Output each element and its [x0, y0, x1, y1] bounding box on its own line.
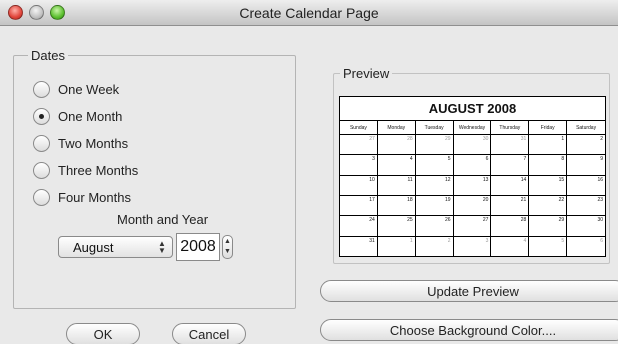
calendar-day-cell: 31	[491, 135, 530, 156]
radio-button[interactable]	[33, 161, 50, 179]
calendar-day-cell: 17	[340, 196, 378, 217]
calendar-day-cell: 3	[453, 236, 492, 257]
radio-three-months[interactable]: Three Months	[33, 161, 138, 179]
calendar-day-cell: 12	[415, 175, 454, 196]
radio-four-months[interactable]: Four Months	[33, 188, 131, 206]
radio-button[interactable]	[33, 134, 50, 152]
up-down-arrows-icon: ▲ ▼	[158, 239, 166, 255]
month-value: August	[73, 239, 114, 255]
calendar-day-cell: 13	[453, 175, 492, 196]
calendar-day-cell: 21	[491, 196, 530, 217]
calendar-day-cell: 24	[340, 216, 378, 237]
radio-button[interactable]	[33, 107, 50, 125]
calendar-day-cell: 15	[529, 175, 568, 196]
calendar-preview: AUGUST 2008 Sunday Monday Tuesday Wednesday…	[339, 96, 606, 257]
stepper-up-icon[interactable]: ▲	[224, 238, 231, 245]
calendar-day-cell: 5	[529, 236, 568, 257]
calendar-day-cell: 27	[340, 135, 378, 156]
calendar-day-cell: 5	[415, 155, 454, 176]
radio-button[interactable]	[33, 188, 50, 206]
calendar-day-cell: 1	[529, 135, 568, 156]
calendar-day-cell: 8	[529, 155, 568, 176]
calendar-weekday-header: Saturday	[567, 121, 605, 135]
calendar-weekday-header: Friday	[529, 121, 568, 135]
calendar-day-cell: 7	[491, 155, 530, 176]
calendar-day-cell: 4	[377, 155, 416, 176]
radio-one-month[interactable]: One Month	[33, 107, 122, 125]
dates-legend: Dates	[28, 48, 68, 63]
radio-button[interactable]	[33, 80, 50, 98]
calendar-day-cell: 30	[453, 135, 492, 156]
stepper-down-icon[interactable]: ▼	[224, 248, 231, 255]
calendar-day-cell: 4	[491, 236, 530, 257]
calendar-day-cell: 6	[453, 155, 492, 176]
calendar-day-cell: 18	[377, 196, 416, 217]
radio-label: Four Months	[58, 189, 131, 205]
calendar-day-cell: 10	[340, 175, 378, 196]
ok-button[interactable]: OK	[66, 323, 140, 344]
calendar-weekday-header: Sunday	[340, 121, 378, 135]
calendar-day-cell: 30	[567, 216, 605, 237]
choose-background-color-button[interactable]: Choose Background Color....	[320, 319, 618, 341]
cancel-button[interactable]: Cancel	[172, 323, 246, 344]
calendar-weekday-header: Monday	[377, 121, 416, 135]
calendar-day-cell: 9	[567, 155, 605, 176]
calendar-weekday-header: Thursday	[491, 121, 530, 135]
calendar-day-cell: 20	[453, 196, 492, 217]
title-bar: Create Calendar Page	[0, 0, 618, 26]
year-field[interactable]: 2008	[176, 233, 220, 261]
calendar-day-cell: 2	[415, 236, 454, 257]
calendar-day-cell: 16	[567, 176, 605, 196]
radio-label: Two Months	[58, 135, 129, 151]
month-year-label: Month and Year	[117, 212, 209, 227]
window-title: Create Calendar Page	[239, 5, 379, 21]
create-calendar-window: Create Calendar Page Dates One Week One …	[0, 0, 618, 344]
calendar-day-cell: 29	[529, 216, 568, 237]
calendar-day-cell: 25	[377, 216, 416, 237]
calendar-day-cell: 29	[415, 135, 454, 156]
calendar-day-cell: 14	[491, 175, 530, 196]
radio-label: One Month	[58, 108, 123, 124]
preview-legend: Preview	[340, 66, 393, 81]
calendar-day-cell: 3	[340, 155, 378, 176]
radio-two-months[interactable]: Two Months	[33, 134, 128, 152]
year-stepper[interactable]: ▲ ▼	[222, 235, 233, 259]
calendar-title: AUGUST 2008	[340, 97, 605, 121]
calendar-day-cell: 23	[567, 196, 605, 217]
calendar-weekday-header: Wednesday	[453, 121, 492, 135]
radio-label: Three Months	[58, 162, 139, 178]
calendar-day-cell: 28	[491, 216, 530, 237]
calendar-day-cell: 31	[340, 236, 378, 257]
month-popup[interactable]: August ▲ ▼	[58, 236, 173, 258]
calendar-day-cell: 19	[415, 196, 454, 217]
calendar-day-cell: 28	[377, 135, 416, 156]
calendar-day-cell: 11	[377, 175, 416, 196]
radio-label: One Week	[58, 81, 120, 97]
calendar-day-cell: 6	[567, 237, 605, 257]
calendar-weekday-header: Tuesday	[415, 121, 454, 135]
calendar-day-cell: 1	[377, 236, 416, 257]
calendar-day-cell: 2	[567, 135, 605, 156]
calendar-day-cell: 26	[415, 216, 454, 237]
radio-one-week[interactable]: One Week	[33, 80, 119, 98]
calendar-day-cell: 22	[529, 196, 568, 217]
calendar-grid: Sunday Monday Tuesday Wednesday Thursday Frid…	[340, 121, 605, 257]
update-preview-button[interactable]: Update Preview	[320, 280, 618, 302]
calendar-day-cell: 27	[453, 216, 492, 237]
